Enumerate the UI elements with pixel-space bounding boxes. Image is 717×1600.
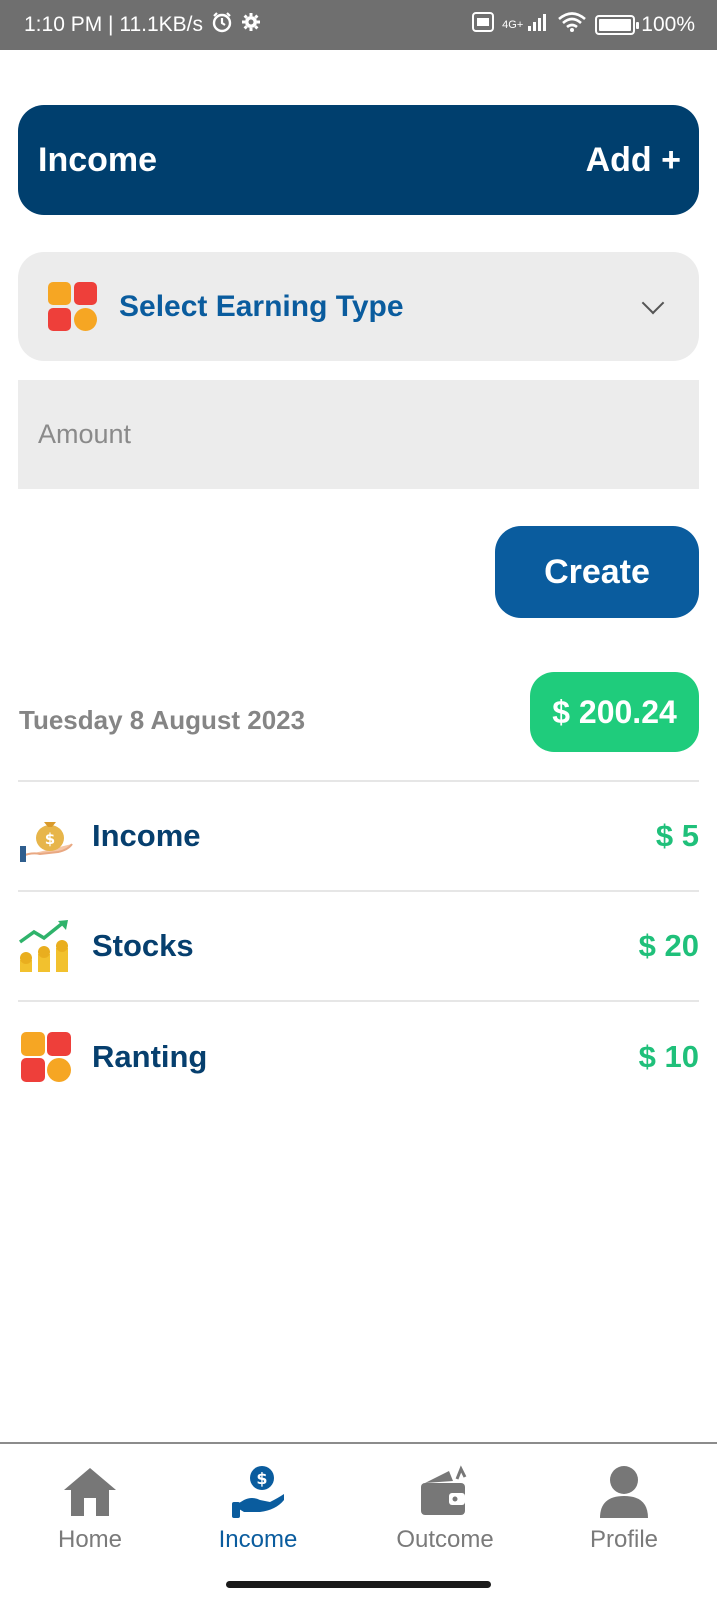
nav-label-home: Home bbox=[57, 1526, 123, 1553]
status-right: 4G+ 100% bbox=[472, 11, 695, 39]
stocks-icon bbox=[18, 918, 74, 974]
create-button[interactable]: Create bbox=[495, 526, 699, 618]
page-title: Income bbox=[38, 140, 158, 179]
nav-label-profile: Profile bbox=[589, 1526, 659, 1553]
network-label: 4G+ bbox=[502, 19, 524, 31]
earning-type-label: Select Earning Type bbox=[119, 289, 404, 323]
list-item[interactable]: $ Income $ 5 bbox=[18, 782, 699, 892]
nav-item-home[interactable]: Home bbox=[15, 1462, 165, 1562]
wallet-icon bbox=[415, 1462, 475, 1522]
home-indicator[interactable] bbox=[226, 1581, 491, 1588]
status-left: 1:10 PM | 11.1KB/s bbox=[24, 11, 261, 39]
category-grid-icon bbox=[48, 282, 97, 331]
signal-icon bbox=[527, 12, 549, 38]
total-badge: $ 200.24 bbox=[530, 672, 699, 752]
home-icon bbox=[60, 1462, 120, 1522]
bottom-nav: Home $ Income Outcome Profile bbox=[0, 1442, 717, 1600]
category-grid-icon bbox=[18, 1029, 74, 1085]
entries-list: $ Income $ 5 Stocks $ 20 Ranting $ 10 bbox=[18, 780, 699, 1112]
money-bag-icon: $ bbox=[18, 808, 74, 864]
nav-label-outcome: Outcome bbox=[396, 1526, 494, 1553]
svg-text:$: $ bbox=[45, 830, 55, 848]
settings-gear-icon bbox=[241, 12, 261, 38]
nav-item-income[interactable]: $ Income bbox=[183, 1462, 333, 1562]
nav-label-income: Income bbox=[218, 1526, 298, 1553]
battery-icon bbox=[595, 15, 640, 35]
nav-item-profile[interactable]: Profile bbox=[549, 1462, 699, 1562]
profile-icon bbox=[594, 1462, 654, 1522]
chevron-down-icon bbox=[641, 291, 665, 314]
wifi-icon bbox=[557, 11, 587, 39]
list-item[interactable]: Ranting $ 10 bbox=[18, 1002, 699, 1112]
list-item-label: Ranting bbox=[92, 1039, 208, 1074]
list-item-amount: $ 5 bbox=[655, 818, 699, 853]
battery: 100% bbox=[595, 13, 695, 37]
list-item[interactable]: Stocks $ 20 bbox=[18, 892, 699, 1002]
list-item-left: Ranting bbox=[18, 1029, 207, 1085]
add-button[interactable]: Add + bbox=[586, 141, 681, 180]
list-item-left: Stocks bbox=[18, 918, 194, 974]
status-bar: 1:10 PM | 11.1KB/s 4G+ 100% bbox=[0, 0, 717, 50]
alarm-icon bbox=[211, 11, 233, 39]
income-header: Income Add + bbox=[18, 105, 699, 215]
volte-icon bbox=[472, 12, 495, 38]
list-item-label: Income bbox=[92, 818, 201, 853]
svg-text:$: $ bbox=[256, 1469, 267, 1488]
list-item-amount: $ 20 bbox=[638, 928, 699, 963]
earning-type-select[interactable]: Select Earning Type bbox=[18, 252, 699, 361]
amount-input[interactable] bbox=[18, 380, 699, 489]
entry-date: Tuesday 8 August 2023 bbox=[19, 705, 306, 735]
list-item-left: $ Income bbox=[18, 808, 201, 864]
list-item-amount: $ 10 bbox=[638, 1039, 699, 1074]
status-time-speed: 1:10 PM | 11.1KB/s bbox=[24, 13, 203, 36]
income-hand-icon: $ bbox=[228, 1462, 288, 1522]
list-item-label: Stocks bbox=[92, 928, 194, 963]
nav-item-outcome[interactable]: Outcome bbox=[370, 1462, 520, 1562]
battery-label: 100% bbox=[641, 13, 695, 36]
